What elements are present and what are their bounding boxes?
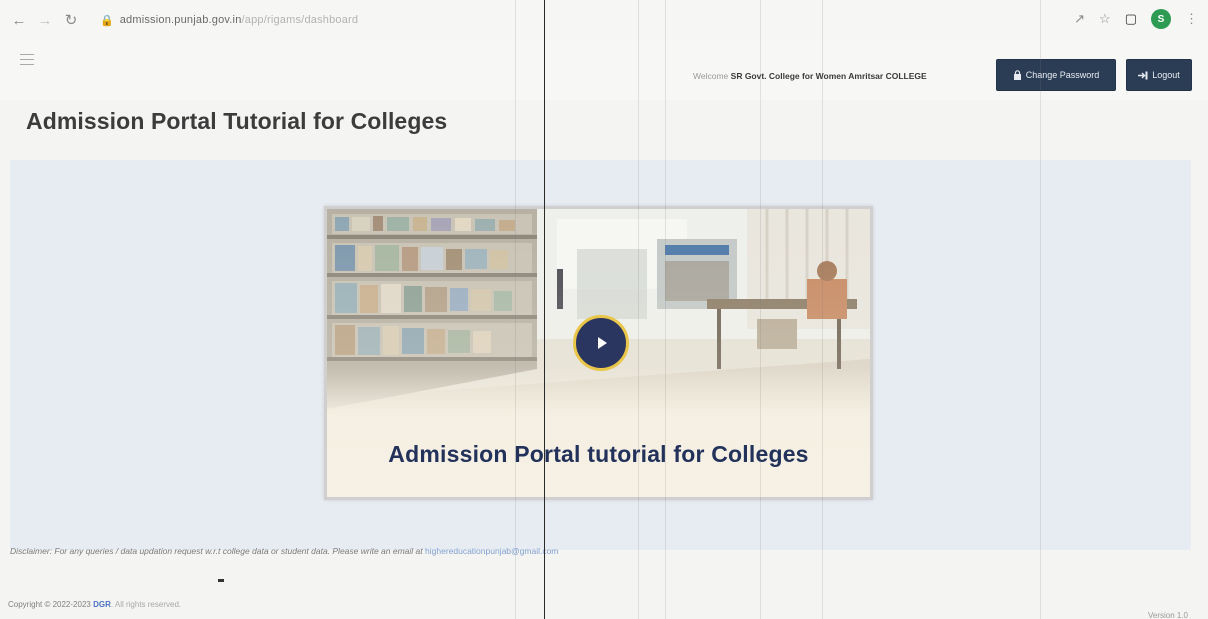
play-button[interactable] — [573, 315, 629, 371]
copyright-text: Copyright © 2022-2023 — [8, 600, 91, 609]
back-icon[interactable]: ← — [8, 9, 30, 31]
share-icon[interactable]: ↗ — [1074, 11, 1085, 27]
reload-icon[interactable]: ↻ — [60, 9, 82, 31]
app-header: Welcome SR Govt. College for Women Amrit… — [0, 40, 1208, 100]
logout-label: Logout — [1152, 70, 1180, 80]
scan-line — [638, 0, 639, 619]
disclaimer-text: Disclaimer: For any queries / data updat… — [10, 546, 423, 556]
url-domain: admission.punjab.gov.in — [119, 14, 242, 26]
url-path: /app/rigams/dashboard — [241, 14, 359, 26]
disclaimer-email-link[interactable]: highereducationpunjab@gmail.com — [425, 546, 558, 556]
browser-toolbar: ← → ↻ 🔒 admission.punjab.gov.in/app/riga… — [0, 0, 1208, 40]
scan-line — [822, 0, 823, 619]
logout-button[interactable]: Logout — [1126, 59, 1192, 91]
welcome-message: Welcome SR Govt. College for Women Amrit… — [693, 71, 927, 81]
scan-line — [1040, 0, 1041, 619]
lock-icon — [1013, 70, 1021, 80]
divider-mark — [218, 579, 224, 582]
star-icon[interactable]: ☆ — [1099, 11, 1111, 27]
footer-copyright: Copyright © 2022-2023 DGR. All rights re… — [8, 600, 181, 609]
address-bar[interactable]: admission.punjab.gov.in/app/rigams/dashb… — [120, 14, 359, 26]
scan-line — [665, 0, 666, 619]
forward-icon[interactable]: → — [34, 9, 56, 31]
disclaimer: Disclaimer: For any queries / data updat… — [10, 546, 558, 556]
sidebar-icon[interactable]: ▢ — [1125, 11, 1137, 27]
version-label: Version 1.0 — [1147, 611, 1188, 619]
tutorial-video-card[interactable]: Admission Portal tutorial for Colleges — [324, 206, 873, 500]
scan-line — [544, 0, 545, 619]
scan-line — [515, 0, 516, 619]
change-password-button[interactable]: Change Password — [996, 59, 1116, 91]
hamburger-menu-icon[interactable] — [20, 54, 34, 66]
lock-icon[interactable]: 🔒 — [100, 14, 114, 27]
page-title: Admission Portal Tutorial for Colleges — [26, 108, 448, 134]
welcome-label: Welcome — [693, 71, 729, 81]
rights-text: . All rights reserved. — [110, 600, 182, 609]
video-caption: Admission Portal tutorial for Colleges — [388, 441, 809, 467]
profile-avatar[interactable]: S — [1151, 9, 1171, 29]
menu-dots-icon[interactable]: ⋮ — [1185, 11, 1198, 27]
org-link[interactable]: DGR — [93, 600, 111, 609]
change-password-label: Change Password — [1025, 70, 1100, 80]
logout-icon — [1138, 71, 1148, 79]
scan-line — [760, 0, 761, 619]
play-icon — [598, 337, 607, 349]
